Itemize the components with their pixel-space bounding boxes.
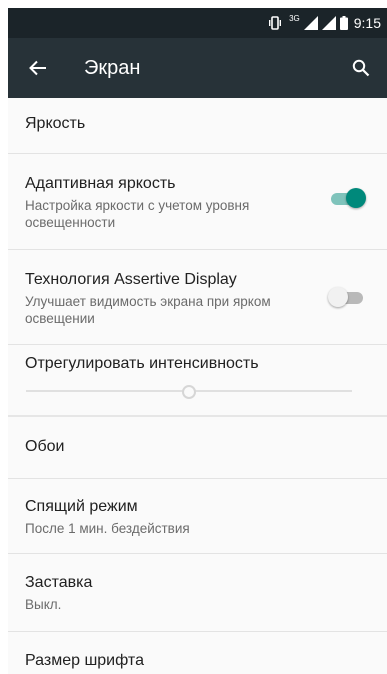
setting-title: Адаптивная яркость (25, 175, 176, 192)
setting-title: Яркость (25, 115, 86, 132)
arrow-back-icon[interactable] (26, 56, 50, 80)
intensity-slider[interactable] (26, 383, 352, 399)
setting-title: Спящий режим (25, 498, 138, 515)
setting-summary: Выкл. (25, 597, 62, 612)
settings-list: Яркость Адаптивная яркость Настройка ярк… (8, 98, 387, 674)
setting-title: Размер шрифта (25, 652, 144, 669)
setting-summary: Улучшает видимость экрана при ярком осве… (25, 294, 271, 326)
setting-title: Отрегулировать интенсивность (25, 355, 259, 372)
setting-title: Заставка (25, 574, 93, 591)
status-bar: 3G 9:15 (8, 8, 387, 38)
setting-brightness[interactable]: Яркость (8, 98, 387, 154)
battery-icon (339, 16, 348, 30)
setting-summary: После 1 мин. бездействия (25, 521, 190, 536)
setting-screensaver[interactable]: Заставка Выкл. (8, 554, 387, 632)
clock: 9:15 (353, 15, 381, 31)
page-title: Экран (84, 56, 141, 79)
setting-title: Технология Assertive Display (25, 271, 237, 288)
assertive-display-switch[interactable] (328, 287, 365, 307)
slider-thumb[interactable] (182, 385, 196, 399)
setting-assertive-display[interactable]: Технология Assertive Display Улучшает ви… (8, 250, 387, 345)
vibrate-icon (267, 16, 283, 30)
setting-wallpaper[interactable]: Обои (8, 417, 387, 479)
setting-font-size[interactable]: Размер шрифта (8, 632, 387, 674)
switch-thumb (346, 188, 366, 208)
setting-sleep[interactable]: Спящий режим После 1 мин. бездействия (8, 479, 387, 554)
adaptive-brightness-switch[interactable] (329, 188, 366, 208)
setting-adaptive-brightness[interactable]: Адаптивная яркость Настройка яркости с у… (8, 154, 387, 250)
screen: 3G 9:15 Экран Яркость Адаптивная яркость… (8, 8, 387, 674)
signal-icon (303, 16, 318, 30)
setting-title: Обои (25, 438, 65, 455)
app-bar: Экран (8, 38, 387, 98)
signal-icon (321, 16, 336, 30)
network-type-label: 3G (289, 13, 300, 23)
setting-intensity: Отрегулировать интенсивность (8, 345, 387, 417)
switch-thumb (328, 287, 348, 307)
search-icon[interactable] (349, 56, 373, 80)
setting-summary: Настройка яркости с учетом уровня освеще… (25, 198, 250, 230)
